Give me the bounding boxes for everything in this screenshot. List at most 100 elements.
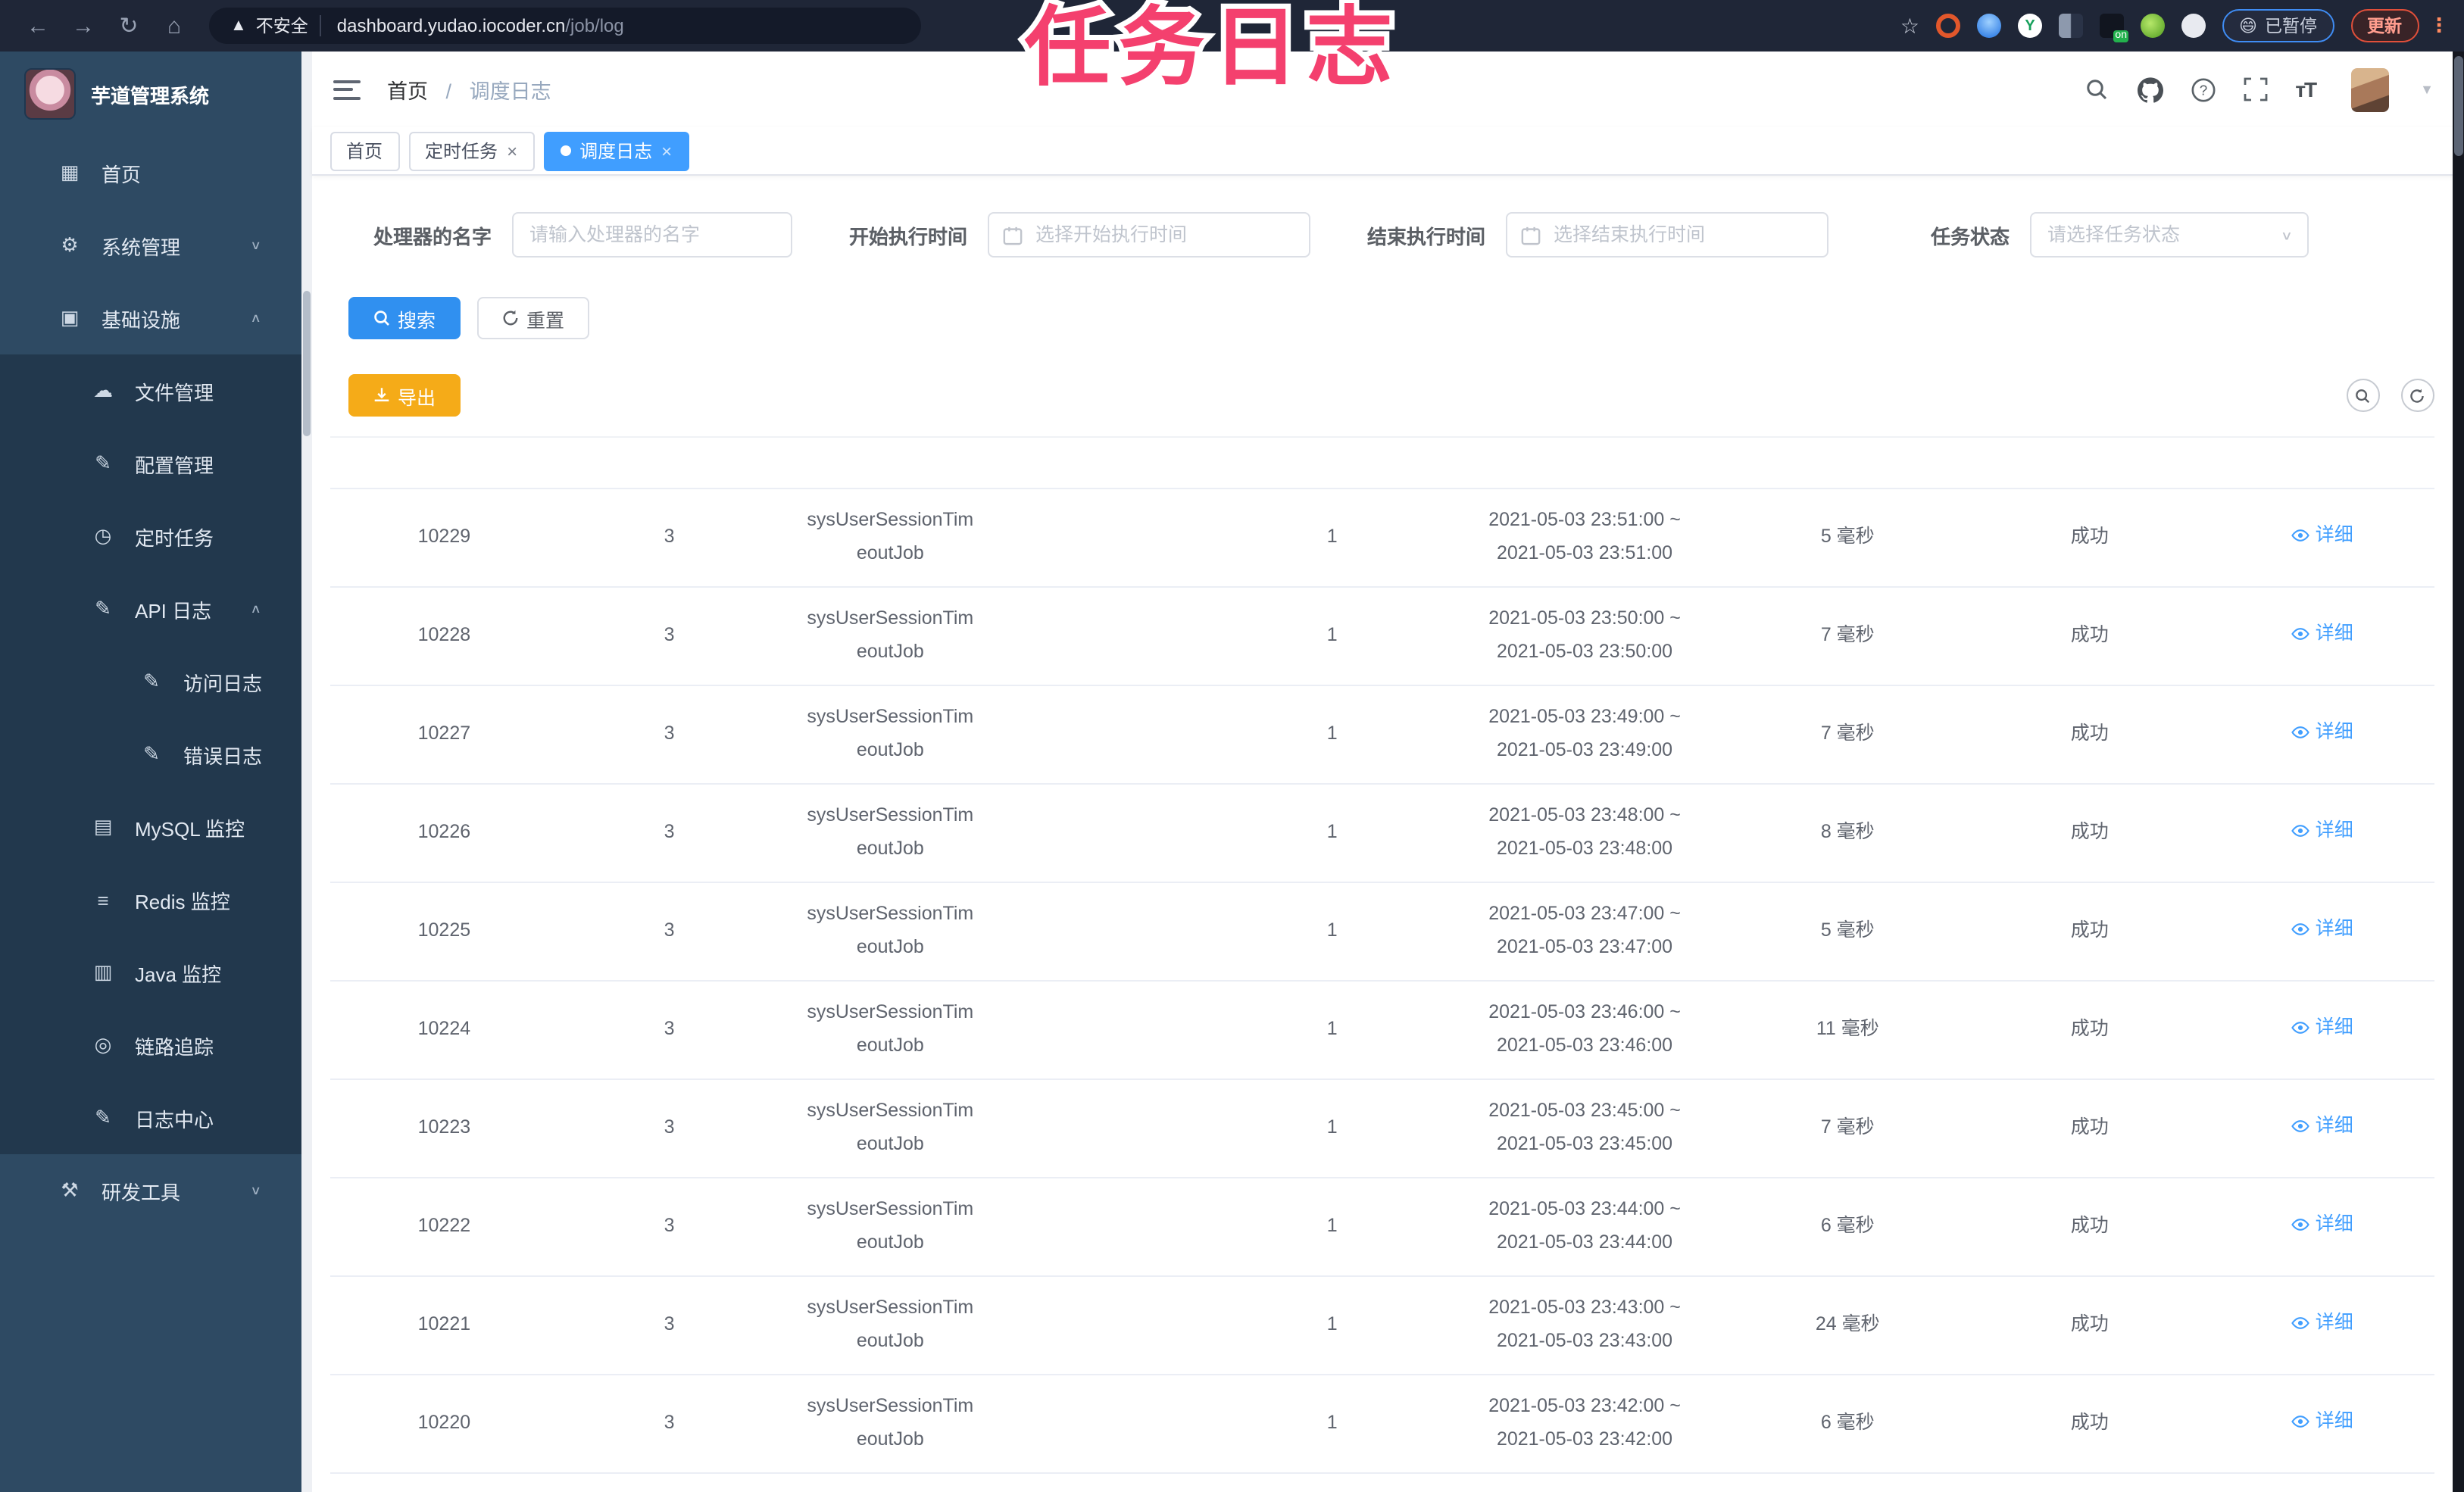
page-tab[interactable]: 首页 (329, 131, 400, 170)
detail-link[interactable]: 详细 (2291, 1110, 2353, 1143)
browser-menu-icon[interactable]: ⋮ (2429, 14, 2449, 38)
export-button[interactable]: 导出 (348, 374, 461, 417)
detail-link[interactable]: 详细 (2291, 618, 2353, 651)
reset-button[interactable]: 重置 (476, 297, 589, 339)
sidebar-item[interactable]: ✎ 错误日志 (0, 718, 301, 791)
reset-button-label: 重置 (526, 310, 565, 331)
extension-grid-icon[interactable] (2059, 14, 2083, 38)
sidebar-item[interactable]: ✎ 访问日志 (0, 645, 301, 718)
sidebar-item-label: 基础设施 (101, 308, 181, 331)
avatar-caret-icon[interactable]: ▼ (2420, 82, 2434, 97)
fullscreen-icon[interactable] (2242, 76, 2269, 103)
user-avatar[interactable] (2350, 67, 2389, 111)
column-header (1726, 436, 1969, 489)
detail-link[interactable]: 详细 (2291, 1209, 2353, 1241)
help-icon[interactable]: ? (2189, 76, 2216, 103)
sidebar-item[interactable]: ☁ 文件管理 (0, 354, 301, 427)
sidebar-item[interactable]: ▤ MySQL 监控 (0, 791, 301, 863)
extensions-puzzle-icon[interactable] (2181, 14, 2206, 38)
filter-input[interactable] (1505, 212, 1828, 258)
sidebar-item[interactable]: ✎ API 日志 ∧ (0, 573, 301, 645)
detail-link-label: 详细 (2315, 1409, 2353, 1431)
detail-link[interactable]: 详细 (2291, 815, 2353, 847)
update-button[interactable]: 更新 (2350, 9, 2419, 42)
cell-status: 成功 (1969, 882, 2211, 982)
extension-blue-icon[interactable] (1977, 14, 2001, 38)
cell-duration: 5 毫秒 (1726, 488, 1969, 588)
cell-param (1001, 685, 1222, 785)
table-row: 10229 3 sysUserSessionTim eoutJob 1 2021… (329, 488, 2434, 588)
sidebar-item[interactable]: ⚒ 研发工具 ∨ (0, 1154, 301, 1227)
sidebar-item[interactable]: ◎ 链路追踪 (0, 1009, 301, 1082)
detail-link[interactable]: 详细 (2291, 1307, 2353, 1340)
cell-param (1001, 1178, 1222, 1277)
cell-actions: 详细 (2210, 882, 2434, 982)
sidebar-item[interactable]: ▦ 首页 (0, 136, 301, 209)
extension-switch-icon[interactable]: on (2100, 14, 2128, 42)
tab-close-icon[interactable]: × (507, 140, 517, 161)
tab-close-icon[interactable]: × (661, 140, 672, 161)
detail-link[interactable]: 详细 (2291, 1012, 2353, 1044)
refresh-button[interactable] (2400, 379, 2434, 412)
table-row: 10222 3 sysUserSessionTim eoutJob 1 2021… (329, 1178, 2434, 1277)
sidebar-scrollbar-thumb[interactable] (302, 291, 310, 436)
chevron-icon: ∨ (250, 1184, 261, 1197)
forward-icon[interactable]: → (61, 13, 106, 39)
sidebar-item[interactable]: ▣ 基础设施 ∧ (0, 282, 301, 354)
sidebar-scrollbar[interactable] (301, 52, 311, 1492)
font-size-icon[interactable]: тT (2295, 77, 2317, 101)
breadcrumb-home[interactable]: 首页 (387, 80, 428, 103)
sidebar-item[interactable]: ◷ 定时任务 (0, 500, 301, 573)
sidebar-logo-row[interactable]: 芋道管理系统 (0, 52, 311, 136)
extension-adblock-icon[interactable] (1936, 14, 1960, 38)
sidebar-item-label: 日志中心 (135, 1108, 214, 1131)
toggle-search-button[interactable] (2346, 379, 2379, 412)
search-button[interactable]: 搜索 (348, 297, 461, 339)
page-tab[interactable]: 调度日志 × (543, 131, 689, 170)
sidebar-item[interactable]: ⚙ 系统管理 ∨ (0, 209, 301, 282)
filter-text-input[interactable] (1032, 223, 1294, 247)
sidebar-item[interactable]: ✎ 日志中心 (0, 1082, 301, 1154)
filter-text-input[interactable] (2044, 223, 2275, 247)
cell-log-id: 10226 (329, 784, 559, 883)
export-button-label: 导出 (398, 387, 436, 408)
github-icon[interactable] (2136, 76, 2163, 103)
page-scrollbar[interactable] (2453, 52, 2464, 1492)
reload-icon[interactable]: ↻ (106, 12, 151, 39)
bookmark-star-icon[interactable]: ☆ (1900, 13, 1919, 39)
filter-text-input[interactable] (1551, 223, 1813, 247)
filter-text-input[interactable] (526, 223, 776, 247)
paused-pill[interactable]: 😄 已暂停 (2222, 9, 2334, 42)
cell-duration: 5 毫秒 (1726, 882, 1969, 982)
page-scrollbar-thumb[interactable] (2454, 56, 2462, 156)
java-monitor-icon: ▥ (93, 960, 113, 983)
detail-link[interactable]: 详细 (2291, 520, 2353, 552)
detail-link[interactable]: 详细 (2291, 913, 2353, 946)
filter-input[interactable] (987, 212, 1310, 258)
detail-link[interactable]: 详细 (2291, 1406, 2353, 1438)
page-tab[interactable]: 定时任务 × (408, 131, 535, 170)
back-icon[interactable]: ← (15, 13, 61, 39)
cell-status: 成功 (1969, 1375, 2211, 1474)
hamburger-icon[interactable] (333, 80, 360, 99)
cell-exec-count: 1 (1221, 1375, 1443, 1474)
sidebar-item-label: 访问日志 (183, 672, 263, 694)
filter-input[interactable]: ∨ (2029, 212, 2308, 258)
api-log-icon: ✎ (95, 597, 111, 620)
sidebar-item[interactable]: ▥ Java 监控 (0, 936, 301, 1009)
address-bar[interactable]: ▲ 不安全 dashboard.yudao.iocoder.cn /job/lo… (209, 8, 921, 44)
cell-exec-time: 2021-05-03 23:47:00 ~ 2021-05-03 23:47:0… (1442, 882, 1727, 982)
tab-label: 调度日志 (579, 141, 653, 162)
cell-duration: 24 毫秒 (1726, 1276, 1969, 1375)
extension-y-icon[interactable]: Y (2018, 14, 2042, 38)
filter-input[interactable] (511, 212, 792, 258)
cell-status: 成功 (1969, 981, 2211, 1080)
cell-task-id: 3 (558, 1276, 780, 1375)
search-icon[interactable] (2083, 76, 2110, 103)
detail-link-label: 详细 (2315, 1114, 2353, 1136)
sidebar-item[interactable]: ≡ Redis 监控 (0, 863, 301, 936)
home-icon[interactable]: ⌂ (151, 13, 197, 39)
sidebar-item[interactable]: ✎ 配置管理 (0, 427, 301, 500)
detail-link[interactable]: 详细 (2291, 716, 2353, 749)
extension-leaf-icon[interactable] (2141, 14, 2165, 38)
